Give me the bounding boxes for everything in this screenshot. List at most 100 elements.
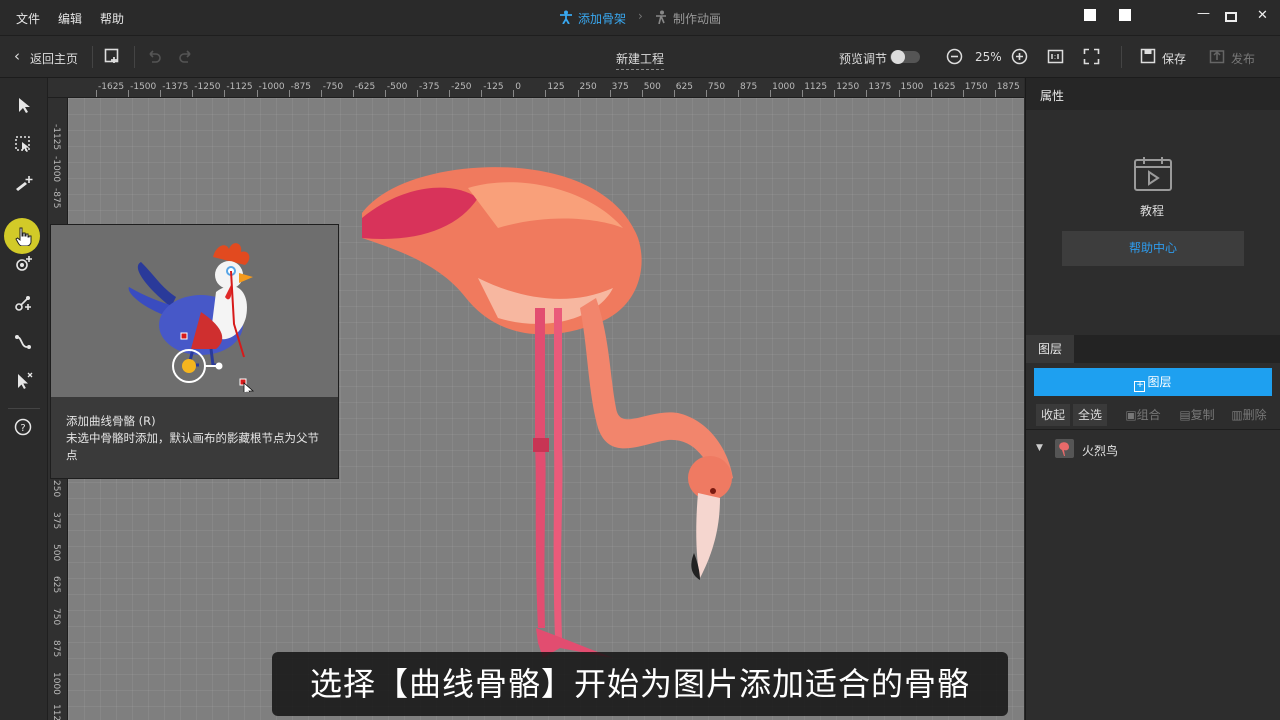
mode-make-animation[interactable]: 制作动画 [673, 10, 721, 27]
tutorial-icon[interactable] [1133, 156, 1173, 195]
ruler-tick-label: 1375 [868, 82, 892, 92]
tutorial-label[interactable]: 教程 [1140, 202, 1164, 219]
ruler-tick-label: 500 [51, 544, 61, 562]
box-select-icon[interactable] [14, 135, 34, 155]
tab-layers[interactable]: 图层 [1026, 335, 1074, 363]
divider [8, 408, 40, 409]
chevron-left-icon[interactable]: ‹ [14, 47, 20, 65]
ruler-tick-label: 375 [611, 82, 629, 92]
toolbar: ‹ 返回主页 新建工程 预览调节 25% 保存 发布 [0, 36, 1280, 78]
bind-bone-icon[interactable] [14, 294, 34, 314]
trash-icon: ▥ [1231, 408, 1243, 422]
add-layer-button[interactable]: + 图层 [1034, 368, 1272, 396]
ruler-tick-mark [609, 90, 611, 97]
ruler-tick-label: -1000 [258, 82, 285, 92]
ruler-tick-label: -1500 [130, 82, 157, 92]
add-joint-icon[interactable] [14, 255, 34, 275]
tray-square-icon[interactable] [1084, 9, 1096, 21]
ruler-tick-label: -125 [483, 82, 504, 92]
menu-help[interactable]: 帮助 [100, 10, 124, 27]
copy-icon: ▤ [1179, 408, 1191, 422]
ruler-tick-label: 1625 [932, 82, 956, 92]
toggle-knob [891, 50, 905, 64]
ruler-tick-mark [930, 90, 932, 97]
ruler-tick-label: -250 [451, 82, 472, 92]
right-panel: 属性 教程 帮助中心 图层 + 图层 收起 全选 ▣组合 ▤复制 ▥删除 ▼ 火烈… [1025, 78, 1280, 720]
layer-name[interactable]: 火烈鸟 [1082, 442, 1118, 459]
ruler-tick-label: -750 [322, 82, 344, 92]
ruler-tick-label: 875 [740, 82, 758, 92]
ruler-tick-mark [962, 90, 964, 97]
collapse-button[interactable]: 收起 [1036, 404, 1070, 426]
hand-cursor-icon [14, 226, 34, 247]
delete-button[interactable]: ▥删除 [1224, 404, 1274, 426]
ruler-tick-label: 1000 [772, 82, 795, 92]
ruler-tick-mark [577, 90, 579, 97]
ruler-tick-label: -625 [354, 82, 376, 92]
tooltip-description: 未选中骨骼时添加，默认画布的影藏根节点为父节点 [66, 431, 319, 462]
actual-size-icon[interactable] [1047, 48, 1065, 66]
mode-add-skeleton[interactable]: 添加骨架 [578, 10, 626, 27]
ruler-tick-label: 1250 [836, 82, 860, 92]
ruler-tick-mark [224, 90, 226, 97]
ruler-tick-mark [994, 90, 996, 97]
undo-icon[interactable] [146, 48, 164, 66]
layers-header: 图层 [1026, 335, 1280, 363]
fit-screen-icon[interactable] [1083, 48, 1101, 66]
layer-row[interactable]: ▼ 火烈鸟 [1026, 435, 1280, 465]
ruler-tick-label: 0 [515, 82, 522, 92]
copy-button[interactable]: ▤复制 [1172, 404, 1222, 426]
zoom-out-icon[interactable] [946, 48, 964, 66]
flamingo-image[interactable] [348, 158, 768, 720]
back-home-button[interactable]: 返回主页 [30, 50, 78, 67]
tooltip-title: 添加曲线骨骼 (R) [66, 414, 156, 428]
ruler-tick-label: 750 [707, 82, 726, 92]
animation-mode-icon [654, 10, 668, 27]
add-bone-icon[interactable] [14, 174, 34, 194]
new-file-icon[interactable] [104, 48, 122, 66]
menu-bar: 文件 编辑 帮助 添加骨架 › 制作动画 — ✕ [0, 0, 1280, 36]
ruler-tick-label: 625 [51, 576, 61, 594]
tool-palette: ? [0, 78, 48, 720]
maximize-icon[interactable] [1225, 12, 1237, 22]
menu-edit[interactable]: 编辑 [58, 10, 82, 27]
close-icon[interactable]: ✕ [1257, 8, 1268, 23]
ruler-tick-label: 500 [643, 82, 661, 92]
ruler-tick-label: 250 [579, 82, 597, 92]
layer-thumbnail [1055, 439, 1074, 458]
pointer-remove-icon[interactable] [14, 372, 34, 392]
zoom-in-icon[interactable] [1011, 48, 1029, 66]
select-arrow-icon[interactable] [14, 96, 34, 116]
ruler-horizontal: -1625 -1500 -1375 -1250 -1125 -1000 -875 -750 -6… [48, 78, 1024, 98]
expand-triangle-icon[interactable]: ▼ [1036, 443, 1043, 453]
ruler-tick-mark [545, 90, 547, 97]
ruler-tick-label: 1750 [964, 82, 988, 92]
ruler-tick-label: 1125 [804, 82, 828, 92]
group-button[interactable]: ▣组合 [1118, 404, 1168, 426]
redo-icon[interactable] [178, 48, 196, 66]
delete-label: 删除 [1242, 408, 1267, 422]
tool-tooltip: 添加曲线骨骼 (R) 未选中骨骼时添加，默认画布的影藏根节点为父节点 [50, 224, 339, 479]
select-all-button[interactable]: 全选 [1073, 404, 1107, 426]
divider [1121, 46, 1122, 68]
properties-header: 属性 [1026, 78, 1280, 110]
help-circle-icon[interactable]: ? [14, 418, 34, 438]
ruler-tick-mark [513, 90, 515, 97]
curve-path-icon[interactable] [14, 333, 34, 353]
minimize-icon[interactable]: — [1197, 6, 1210, 21]
ruler-tick-mark [417, 90, 418, 97]
help-center-button[interactable]: 帮助中心 [1062, 231, 1244, 266]
ruler-tick-mark [898, 90, 900, 97]
ruler-tick-mark [802, 90, 804, 97]
save-button[interactable]: 保存 [1162, 50, 1186, 67]
ruler-tick-mark [288, 90, 290, 97]
menu-file[interactable]: 文件 [16, 10, 40, 27]
ruler-tick-label: -1375 [162, 82, 189, 92]
tray-square-icon-2[interactable] [1119, 9, 1131, 21]
ruler-tick-label: 750 [51, 608, 61, 626]
publish-button[interactable]: 发布 [1231, 50, 1255, 67]
save-icon[interactable] [1140, 48, 1158, 66]
project-title[interactable]: 新建工程 [616, 50, 665, 70]
preview-toggle[interactable] [890, 50, 920, 64]
publish-icon[interactable] [1209, 48, 1227, 66]
